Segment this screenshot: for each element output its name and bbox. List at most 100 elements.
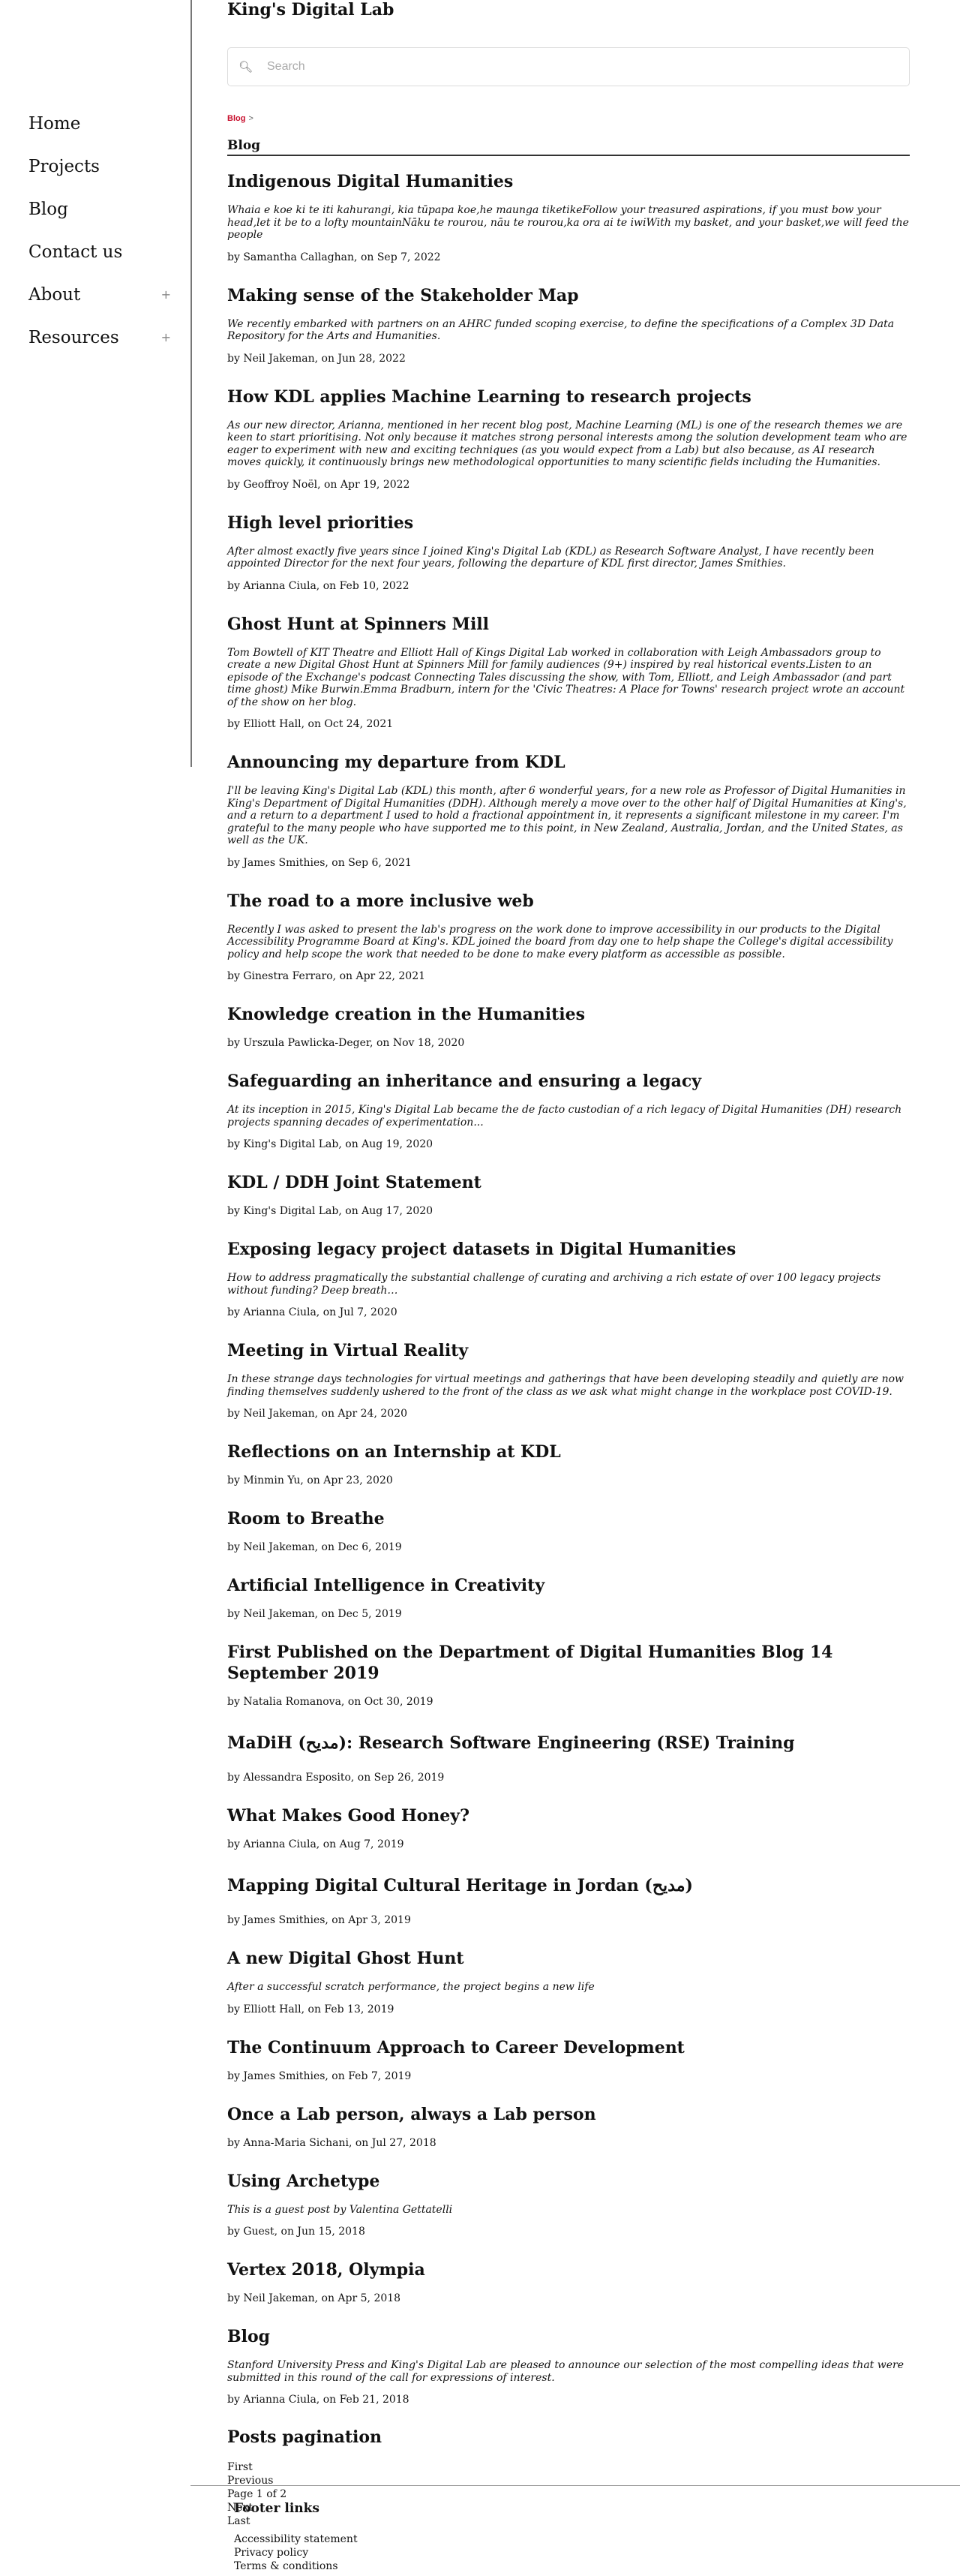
breadcrumb-link-blog[interactable]: Blog bbox=[227, 114, 245, 123]
post-excerpt: Whaia e koe ki te iti kahurangi, kia tūp… bbox=[227, 204, 909, 241]
sidebar-item-label: About bbox=[28, 284, 81, 305]
post-item: Blog Stanford University Press and King's… bbox=[227, 2326, 910, 2406]
sidebar-nav: Home Projects Blog Contact us About + Resource… bbox=[28, 102, 171, 359]
footer: Footer links Accessibility statement Pri… bbox=[190, 2485, 960, 2576]
post-title-link[interactable]: First Published on the Department of Dig… bbox=[227, 1642, 910, 1684]
post-item: Knowledge creation in the Humanities by U… bbox=[227, 1004, 910, 1050]
sidebar-item-label: Resources bbox=[28, 327, 119, 347]
sidebar: Home Projects Blog Contact us About + Resource… bbox=[0, 0, 192, 767]
post-byline: by Arianna Ciula, on Feb 21, 2018 bbox=[227, 2394, 410, 2406]
sidebar-item-label: Projects bbox=[28, 156, 100, 176]
footer-link-terms[interactable]: Terms & conditions bbox=[234, 2559, 358, 2573]
breadcrumb-separator: > bbox=[248, 114, 254, 123]
pagination-title: Posts pagination bbox=[227, 2427, 382, 2447]
post-item: Safeguarding an inheritance and ensuring… bbox=[227, 1071, 910, 1151]
breadcrumb: Blog > bbox=[227, 114, 254, 123]
post-title-link[interactable]: Once a Lab person, always a Lab person bbox=[227, 2104, 910, 2125]
footer-link-privacy[interactable]: Privacy policy bbox=[234, 2546, 358, 2559]
post-title-link[interactable]: MaDiH (مديح): Research Software Engineer… bbox=[227, 1730, 910, 1757]
post-excerpt: I'll be leaving King's Digital Lab (KDL)… bbox=[227, 785, 907, 846]
expand-icon[interactable]: + bbox=[161, 330, 171, 344]
post-byline: by Neil Jakeman, on Dec 6, 2019 bbox=[227, 1541, 402, 1553]
footer-title: Footer links bbox=[234, 2501, 320, 2516]
post-title-link[interactable]: Vertex 2018, Olympia bbox=[227, 2259, 910, 2280]
post-title-link[interactable]: Ghost Hunt at Spinners Mill bbox=[227, 614, 910, 635]
post-item: Indigenous Digital Humanities Whaia e koe… bbox=[227, 171, 910, 264]
sidebar-item-resources[interactable]: Resources + bbox=[28, 316, 171, 359]
post-title-link[interactable]: Artificial Intelligence in Creativity bbox=[227, 1575, 910, 1596]
post-title-link[interactable]: The road to a more inclusive web bbox=[227, 891, 910, 912]
post-excerpt: In these strange days technologies for v… bbox=[227, 1373, 904, 1398]
post-item: Artificial Intelligence in Creativity by … bbox=[227, 1575, 910, 1621]
post-title-link[interactable]: A new Digital Ghost Hunt bbox=[227, 1948, 910, 1969]
post-item: Mapping Digital Cultural Heritage in Jor… bbox=[227, 1872, 910, 1927]
post-title-link[interactable]: High level priorities bbox=[227, 512, 910, 534]
post-title-link[interactable]: How KDL applies Machine Learning to rese… bbox=[227, 386, 910, 407]
post-item: Reflections on an Internship at KDL by Mi… bbox=[227, 1441, 910, 1487]
site-title[interactable]: King's Digital Lab bbox=[227, 0, 910, 20]
footer-link-accessibility[interactable]: Accessibility statement bbox=[234, 2532, 358, 2546]
post-title-link[interactable]: Blog bbox=[227, 2326, 910, 2347]
post-byline: by Alessandra Esposito, on Sep 26, 2019 bbox=[227, 1772, 445, 1784]
sidebar-item-label: Contact us bbox=[28, 242, 123, 262]
post-item: Using Archetype This is a guest post by V… bbox=[227, 2171, 910, 2239]
post-byline: by Neil Jakeman, on Jun 28, 2022 bbox=[227, 352, 406, 365]
post-byline: by Neil Jakeman, on Dec 5, 2019 bbox=[227, 1608, 402, 1620]
post-byline: by Urszula Pawlicka-Deger, on Nov 18, 20… bbox=[227, 1037, 465, 1049]
post-byline: by Arianna Ciula, on Aug 7, 2019 bbox=[227, 1838, 404, 1850]
post-title-link[interactable]: Reflections on an Internship at KDL bbox=[227, 1441, 910, 1462]
post-excerpt: Stanford University Press and King's Dig… bbox=[227, 2359, 904, 2384]
sidebar-item-projects[interactable]: Projects bbox=[28, 145, 164, 188]
post-item: Room to Breathe by Neil Jakeman, on Dec 6… bbox=[227, 1508, 910, 1554]
page-title: Blog bbox=[227, 138, 910, 156]
post-byline: by James Smithies, on Apr 3, 2019 bbox=[227, 1914, 411, 1926]
post-byline: by Arianna Ciula, on Jul 7, 2020 bbox=[227, 1306, 398, 1318]
post-byline: by Ginestra Ferraro, on Apr 22, 2021 bbox=[227, 970, 426, 982]
post-title-link[interactable]: Mapping Digital Cultural Heritage in Jor… bbox=[227, 1872, 910, 1899]
post-title-link[interactable]: Using Archetype bbox=[227, 2171, 910, 2192]
post-byline: by James Smithies, on Sep 6, 2021 bbox=[227, 856, 412, 869]
post-title-link[interactable]: KDL / DDH Joint Statement bbox=[227, 1172, 910, 1193]
post-title-link[interactable]: Meeting in Virtual Reality bbox=[227, 1340, 910, 1361]
post-title-link[interactable]: The Continuum Approach to Career Develop… bbox=[227, 2037, 910, 2058]
post-byline: by Arianna Ciula, on Feb 10, 2022 bbox=[227, 579, 410, 592]
sidebar-item-home[interactable]: Home bbox=[28, 102, 164, 145]
post-item: What Makes Good Honey? by Arianna Ciula, … bbox=[227, 1805, 910, 1851]
pagination-first[interactable]: First bbox=[227, 2460, 910, 2474]
search-icon: 🔍︎ bbox=[238, 60, 254, 74]
post-item: A new Digital Ghost Hunt After a successf… bbox=[227, 1948, 910, 2016]
post-title-link[interactable]: Room to Breathe bbox=[227, 1508, 910, 1529]
post-item: First Published on the Department of Dig… bbox=[227, 1642, 910, 1709]
post-item: Once a Lab person, always a Lab person by… bbox=[227, 2104, 910, 2150]
post-excerpt: After almost exactly five years since I … bbox=[227, 545, 874, 570]
post-byline: by King's Digital Lab, on Aug 19, 2020 bbox=[227, 1138, 434, 1150]
post-list: Indigenous Digital Humanities Whaia e koe… bbox=[227, 171, 910, 2528]
post-item: The Continuum Approach to Career Develop… bbox=[227, 2037, 910, 2083]
post-item: How KDL applies Machine Learning to rese… bbox=[227, 386, 910, 491]
post-item: The road to a more inclusive web Recently… bbox=[227, 891, 910, 984]
post-item: Announcing my departure from KDL I'll be … bbox=[227, 752, 910, 870]
post-title-link[interactable]: Announcing my departure from KDL bbox=[227, 752, 910, 773]
post-byline: by Anna-Maria Sichani, on Jul 27, 2018 bbox=[227, 2136, 436, 2149]
sidebar-item-about[interactable]: About + bbox=[28, 273, 171, 316]
post-excerpt: After a successful scratch performance, … bbox=[227, 1981, 595, 1993]
post-title-link[interactable]: What Makes Good Honey? bbox=[227, 1805, 910, 1826]
expand-icon[interactable]: + bbox=[161, 287, 171, 302]
post-excerpt: Tom Bowtell of KIT Theatre and Elliott H… bbox=[227, 646, 905, 708]
post-excerpt: At its inception in 2015, King's Digital… bbox=[227, 1104, 902, 1129]
sidebar-item-contact-us[interactable]: Contact us bbox=[28, 230, 164, 273]
post-excerpt: How to address pragmatically the substan… bbox=[227, 1272, 881, 1297]
post-title-link[interactable]: Making sense of the Stakeholder Map bbox=[227, 285, 910, 306]
post-title-link[interactable]: Exposing legacy project datasets in Digi… bbox=[227, 1239, 910, 1260]
post-item: Exposing legacy project datasets in Digi… bbox=[227, 1239, 910, 1319]
post-title-link[interactable]: Indigenous Digital Humanities bbox=[227, 171, 910, 192]
post-excerpt: As our new director, Arianna, mentioned … bbox=[227, 419, 908, 469]
sidebar-item-blog[interactable]: Blog bbox=[28, 188, 164, 230]
post-item: Making sense of the Stakeholder Map We re… bbox=[227, 285, 910, 365]
post-title-link[interactable]: Knowledge creation in the Humanities bbox=[227, 1004, 910, 1025]
post-item: Vertex 2018, Olympia by Neil Jakeman, on … bbox=[227, 2259, 910, 2305]
search-input[interactable] bbox=[266, 59, 884, 74]
post-title-link[interactable]: Safeguarding an inheritance and ensuring… bbox=[227, 1071, 910, 1092]
post-byline: by Samantha Callaghan, on Sep 7, 2022 bbox=[227, 251, 441, 263]
post-excerpt: We recently embarked with partners on an… bbox=[227, 317, 895, 343]
